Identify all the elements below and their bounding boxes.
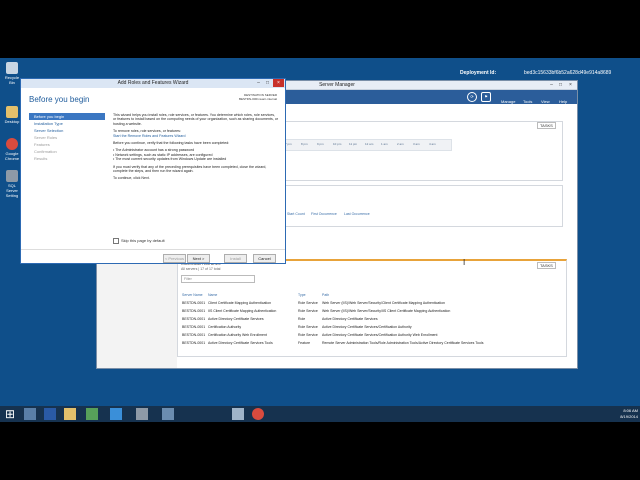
- close-button[interactable]: ×: [566, 81, 575, 89]
- ie-icon[interactable]: [110, 408, 122, 420]
- events-panel: [283, 121, 563, 181]
- window-icon[interactable]: [232, 408, 244, 420]
- explorer-icon[interactable]: [64, 408, 76, 420]
- app-icon[interactable]: [136, 408, 148, 420]
- wizard-minimize-button[interactable]: –: [254, 79, 263, 87]
- recycle-bin-icon[interactable]: Recycle Bin: [2, 62, 22, 85]
- col-first-occurrence[interactable]: First Occurrence: [311, 212, 337, 216]
- menu-view[interactable]: View: [541, 99, 550, 104]
- roles-tasks-button[interactable]: TASKS: [537, 262, 556, 269]
- wizard-heading: Before you begin: [29, 95, 90, 104]
- cancel-button[interactable]: Cancel: [253, 254, 276, 263]
- deployment-info: Deployment Id: bed3c15633bf6b52a628d49e91…: [460, 70, 611, 77]
- previous-button[interactable]: < Previous: [163, 254, 186, 263]
- flag-icon[interactable]: ⚑: [481, 92, 491, 102]
- table-row[interactable]: BESTDN-0001 Active Directory Certificate …: [182, 340, 554, 347]
- tick: 8 pm: [301, 142, 308, 146]
- step-server-selection[interactable]: Server Selection: [29, 127, 105, 134]
- step-server-roles: Server Roles: [34, 135, 58, 140]
- prereq-text: If you must verify that any of the prece…: [113, 164, 267, 174]
- events-tasks-button[interactable]: TASKS: [537, 122, 556, 129]
- deployment-id-value: bed3c15633bf6b52a628d49e914a8689: [524, 70, 612, 76]
- menu-tools[interactable]: Tools: [523, 99, 532, 104]
- tick: 11 pm: [349, 142, 358, 146]
- desktop: Deployment Id: bed3c15633bf6b52a628d49e91…: [0, 58, 640, 422]
- col-start-count[interactable]: Start Count: [287, 212, 305, 216]
- col-path[interactable]: Path: [322, 292, 554, 299]
- col-last-occurrence[interactable]: Last Occurrence: [344, 212, 370, 216]
- roles-subheader: All servers | 17 of 17 total: [181, 267, 221, 271]
- destination-value: BESTDN-0001.learn.internal: [238, 97, 277, 101]
- bullet-item: • The Administrator account has a strong…: [113, 148, 195, 153]
- tick: 3 am: [413, 142, 420, 146]
- col-name[interactable]: Name: [208, 292, 296, 299]
- wizard-close-button[interactable]: ×: [273, 79, 284, 87]
- tick: 1 am: [381, 142, 388, 146]
- table-header: Server Name Name Type Path: [182, 292, 554, 299]
- destination-server: DESTINATION SERVER BESTDN-0001.learn.int…: [217, 93, 277, 101]
- next-button[interactable]: Next >: [187, 254, 210, 263]
- remove-wizard-link[interactable]: Start the Remove Roles and Features Wiza…: [113, 134, 186, 138]
- tick: 4 am: [429, 142, 436, 146]
- desktop-folder-icon[interactable]: Desktop: [2, 106, 22, 124]
- step-installation-type[interactable]: Installation Type: [29, 120, 105, 127]
- clock[interactable]: 8:06 AM 8/19/2014: [616, 408, 638, 420]
- services-panel: [283, 185, 563, 227]
- refresh-icon[interactable]: ⟳: [467, 92, 477, 102]
- taskbar: ⊞ 8:06 AM 8/19/2014: [0, 406, 640, 422]
- chrome-desktop-icon[interactable]: Google Chrome: [2, 138, 22, 161]
- tick: 2 am: [397, 142, 404, 146]
- wizard-body: This wizard helps you install roles, rol…: [113, 113, 279, 184]
- menu-help[interactable]: Help: [559, 99, 567, 104]
- step-features: Features: [34, 142, 50, 147]
- deployment-id-label: Deployment Id:: [460, 70, 497, 76]
- settings-icon[interactable]: [162, 408, 174, 420]
- remove-intro-text: To remove roles, role services, or featu…: [113, 129, 181, 134]
- start-button[interactable]: ⊞: [4, 408, 16, 420]
- install-button[interactable]: Install: [224, 254, 247, 263]
- table-row[interactable]: BESTDN-0001 Client Certificate Mapping Au…: [182, 300, 554, 307]
- verify-text: Before you continue, verify that the fol…: [113, 141, 230, 146]
- bullet-item: • The most current security updates from…: [113, 157, 227, 162]
- wizard-title: Add Roles and Features Wizard: [21, 79, 285, 88]
- footer-divider: [21, 249, 285, 250]
- skip-page-label: Skip this page by default: [121, 238, 165, 244]
- col-server-name[interactable]: Server Name: [182, 292, 206, 299]
- tick: 12 am: [365, 142, 374, 146]
- wizard-maximize-button[interactable]: □: [263, 79, 272, 87]
- col-type[interactable]: Type: [298, 292, 320, 299]
- server-manager-taskbar-icon[interactable]: [24, 408, 36, 420]
- chrome-icon[interactable]: [252, 408, 264, 420]
- menu-manage[interactable]: Manage: [501, 99, 515, 104]
- powershell-icon[interactable]: [44, 408, 56, 420]
- continue-text: To continue, click Next.: [113, 176, 150, 181]
- skip-page-checkbox[interactable]: Skip this page by default: [113, 238, 165, 244]
- bullet-item: • Network settings, such as static IP ad…: [113, 152, 213, 157]
- tools-icon[interactable]: [86, 408, 98, 420]
- table-row[interactable]: BESTDN-0001 Active Directory Certificate …: [182, 316, 554, 323]
- tick: 9 pm: [317, 142, 324, 146]
- sql-server-icon[interactable]: SQL Server Setting: [2, 170, 22, 198]
- checkbox-icon[interactable]: [113, 238, 119, 244]
- minimize-button[interactable]: –: [547, 81, 556, 89]
- filter-input[interactable]: Filter: [181, 275, 255, 283]
- clock-date: 8/19/2014: [620, 414, 638, 419]
- table-row[interactable]: BESTDN-0001 IIS Client Certificate Mappin…: [182, 308, 554, 315]
- text-cursor-icon: I: [463, 258, 466, 267]
- tick: 7 pm: [285, 142, 292, 146]
- step-before-you-begin[interactable]: Before you begin: [29, 113, 105, 120]
- maximize-button[interactable]: □: [556, 81, 565, 89]
- wizard-steps: Before you begin Installation Type Serve…: [29, 113, 105, 162]
- add-roles-wizard: Add Roles and Features Wizard – □ × Befo…: [20, 78, 286, 264]
- tick: 10 pm: [333, 142, 342, 146]
- table-row[interactable]: BESTDN-0001 Certification Authority Role S…: [182, 324, 554, 331]
- step-results: Results: [34, 156, 48, 161]
- table-row[interactable]: BESTDN-0001 Certification Authority Web E…: [182, 332, 554, 339]
- intro-text: This wizard helps you install roles, rol…: [113, 113, 279, 126]
- step-confirmation: Confirmation: [34, 149, 57, 154]
